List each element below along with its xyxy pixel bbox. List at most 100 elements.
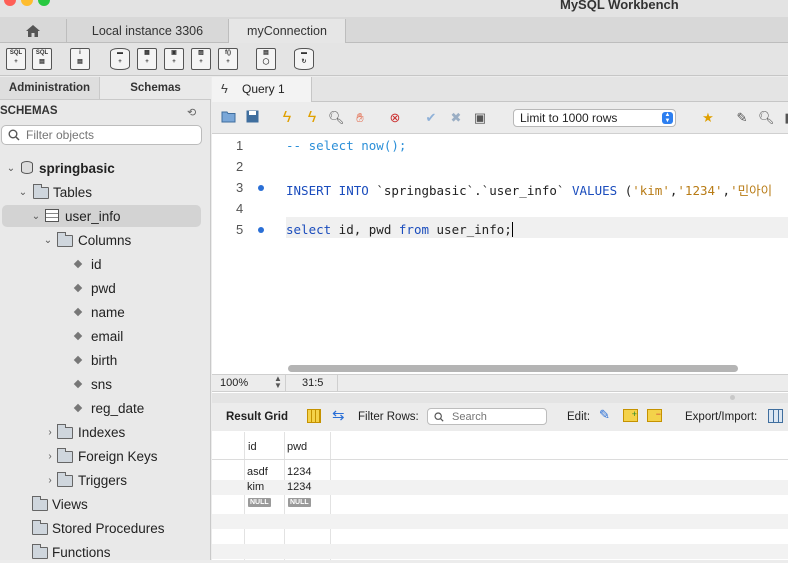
wrap-icon[interactable]: ▮: [780, 110, 788, 126]
cell[interactable]: 1234: [287, 481, 311, 493]
tree-tables[interactable]: ⌄ Tables: [0, 181, 211, 203]
limit-rows-select[interactable]: Limit to 1000 rows ▲ ▼: [513, 109, 676, 127]
chevron-right-icon[interactable]: ›: [45, 451, 55, 462]
find-icon[interactable]: 🔍︎: [758, 110, 775, 126]
stop-icon[interactable]: ✋︎: [352, 110, 368, 126]
create-schema-icon[interactable]: ▬ +: [110, 48, 130, 70]
null-badge[interactable]: NULL: [288, 498, 311, 507]
new-sql-tab-icon[interactable]: SQL +: [6, 48, 26, 70]
tab-my-connection[interactable]: myConnection: [228, 19, 346, 43]
code-line-5: select id, pwd from user_info;: [286, 222, 521, 237]
navigator-sidebar: Administration Schemas SCHEMAS ⟲ ⌄ sprin…: [0, 77, 211, 560]
splitter-handle[interactable]: [730, 395, 735, 400]
beautify-icon[interactable]: ✎: [734, 110, 750, 126]
chevron-down-icon[interactable]: ⌄: [43, 235, 53, 246]
tree-column[interactable]: birth: [0, 349, 211, 371]
tab-schemas-label: Schemas: [130, 82, 181, 94]
tab-schemas[interactable]: Schemas: [100, 77, 211, 99]
add-row-icon[interactable]: +: [623, 409, 638, 422]
zoom-select[interactable]: 100% ▲ ▼: [212, 375, 286, 391]
tree-column[interactable]: email: [0, 325, 211, 347]
reconnect-icon[interactable]: ▬ ↻: [294, 48, 314, 70]
tree-foreign-keys[interactable]: › Foreign Keys: [0, 445, 211, 467]
cell[interactable]: asdf: [247, 466, 268, 478]
column-header-pwd[interactable]: pwd: [287, 441, 307, 453]
code-line-3: INSERT INTO `springbasic`.`user_info` VA…: [286, 180, 772, 199]
filter-objects-box[interactable]: [1, 125, 202, 145]
tree-column[interactable]: name: [0, 301, 211, 323]
explain-icon[interactable]: 🔍︎: [328, 110, 345, 126]
close-window-button[interactable]: [4, 0, 16, 6]
column-icon: [73, 331, 83, 341]
row-selector[interactable]: [222, 480, 244, 495]
schema-name: springbasic: [39, 160, 115, 176]
home-tab[interactable]: [0, 19, 66, 43]
horizontal-scrollbar[interactable]: [288, 365, 738, 372]
minimize-window-button[interactable]: [21, 0, 33, 6]
column-icon: [73, 379, 83, 389]
inspector-icon[interactable]: i ▤: [70, 48, 90, 70]
create-table-icon[interactable]: ▦ +: [137, 48, 157, 70]
filter-rows-input[interactable]: [452, 410, 542, 423]
rollback-icon[interactable]: ✖: [448, 110, 464, 126]
columns-label: Columns: [78, 232, 132, 248]
refresh-icon[interactable]: ⇆: [332, 406, 345, 424]
result-grid[interactable]: id pwd asdf 1234 kim 1234 NULL NULL: [212, 432, 788, 560]
table-row[interactable]: asdf 1234: [212, 465, 788, 480]
tree-column[interactable]: id: [0, 253, 211, 275]
tree-column[interactable]: reg_date: [0, 397, 211, 419]
zoom-window-button[interactable]: [38, 0, 50, 6]
filter-objects-input[interactable]: [26, 127, 196, 143]
cell[interactable]: kim: [247, 481, 264, 493]
tab-local-instance[interactable]: Local instance 3306: [66, 19, 228, 43]
tree-column[interactable]: sns: [0, 373, 211, 395]
table-row[interactable]: NULL NULL: [212, 495, 788, 510]
chevron-right-icon[interactable]: ›: [45, 427, 55, 438]
export-icon[interactable]: [768, 409, 783, 423]
create-function-icon[interactable]: f() +: [218, 48, 238, 70]
delete-row-icon[interactable]: −: [647, 409, 662, 422]
toggle-continue-icon[interactable]: ⊗: [387, 110, 403, 126]
open-sql-script-icon[interactable]: SQL ▤: [32, 48, 52, 70]
chevron-down-icon[interactable]: ⌄: [31, 211, 41, 222]
tree-schema-springbasic[interactable]: ⌄ springbasic: [0, 157, 211, 179]
tree-triggers[interactable]: › Triggers: [0, 469, 211, 491]
panel-splitter[interactable]: [212, 393, 788, 403]
chevron-down-icon[interactable]: ⌄: [18, 187, 28, 198]
tree-columns[interactable]: ⌄ Columns: [0, 229, 211, 251]
table-row[interactable]: kim 1234: [212, 480, 788, 495]
main-toolbar: SQL + SQL ▤ i ▤ ▬ + ▦ + ▣ + ▨ + f() + ▤ ◯ ▬ ↻: [0, 43, 788, 76]
edit-cell-icon[interactable]: ✎: [599, 407, 610, 423]
tab-administration[interactable]: Administration: [0, 77, 100, 99]
save-icon[interactable]: [244, 110, 260, 126]
tree-indexes[interactable]: › Indexes: [0, 421, 211, 443]
tree-column[interactable]: pwd: [0, 277, 211, 299]
folder-icon: [57, 448, 73, 463]
column-header-id[interactable]: id: [248, 441, 257, 453]
sql-editor[interactable]: 1 2 3 4 5 -- select now(); INSERT INTO `…: [212, 134, 788, 374]
null-badge[interactable]: NULL: [248, 498, 271, 507]
grid-view-icon[interactable]: [307, 409, 321, 423]
commit-icon[interactable]: ✔: [423, 110, 439, 126]
table-row: [212, 514, 788, 529]
add-snippet-icon[interactable]: ★: [700, 110, 716, 126]
refresh-icon[interactable]: ⟲: [187, 106, 196, 119]
tree-stored-procedures[interactable]: Stored Procedures: [0, 517, 211, 539]
table-icon: [45, 209, 59, 222]
execute-icon[interactable]: ϟ: [279, 110, 295, 126]
execute-current-icon[interactable]: ϟ: [304, 110, 320, 126]
tree-views[interactable]: Views: [0, 493, 211, 515]
create-procedure-icon[interactable]: ▨ +: [191, 48, 211, 70]
cell[interactable]: 1234: [287, 466, 311, 478]
tree-table-user-info[interactable]: ⌄ user_info: [2, 205, 201, 227]
text-cursor: [511, 222, 521, 237]
filter-rows-box[interactable]: [427, 408, 547, 425]
chevron-down-icon[interactable]: ⌄: [6, 163, 16, 174]
tab-query-1[interactable]: ϟ Query 1: [212, 77, 312, 102]
chevron-right-icon[interactable]: ›: [45, 475, 55, 486]
create-view-icon[interactable]: ▣ +: [164, 48, 184, 70]
search-table-data-icon[interactable]: ▤ ◯: [256, 48, 276, 70]
open-file-icon[interactable]: [221, 110, 237, 126]
auto-commit-icon[interactable]: ▣: [472, 110, 488, 126]
search-icon: [8, 129, 20, 141]
